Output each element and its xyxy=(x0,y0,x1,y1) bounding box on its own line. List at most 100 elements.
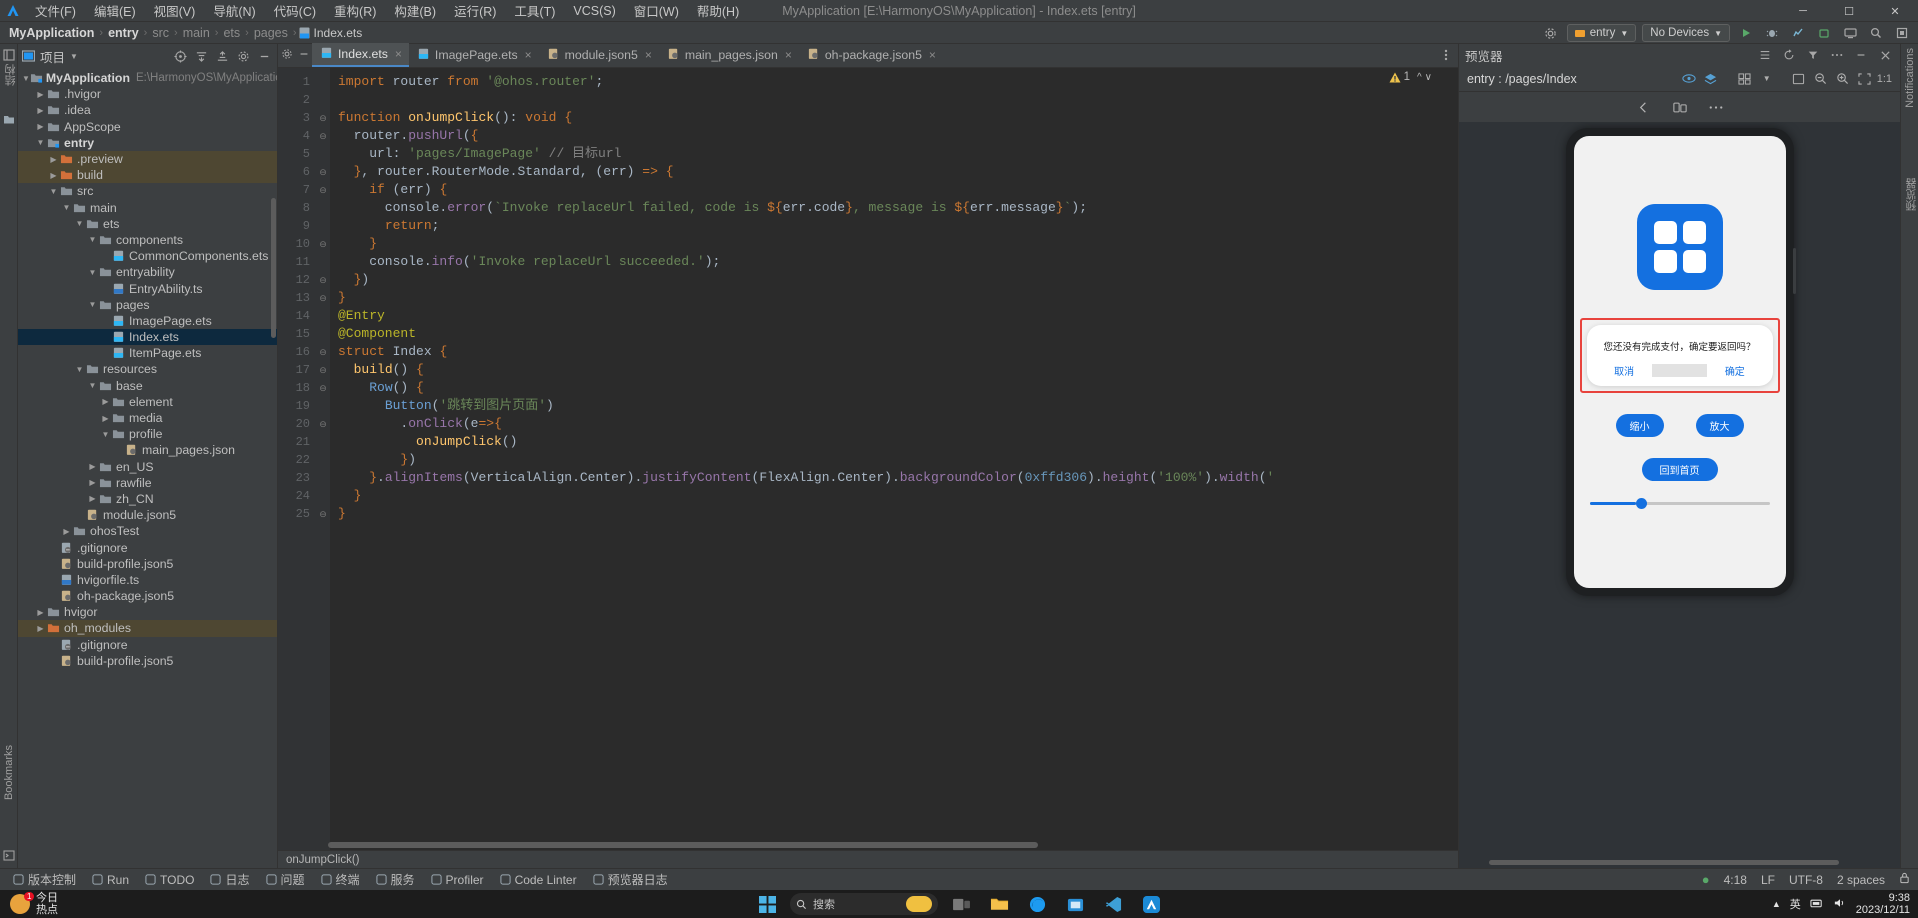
bookmarks-rail-label[interactable]: Bookmarks xyxy=(3,745,15,800)
volume-icon[interactable] xyxy=(1833,897,1847,912)
editor-settings-icon[interactable] xyxy=(281,48,293,63)
tree-item[interactable]: ▼MyApplicationE:\HarmonyOS\MyApplicatio xyxy=(18,70,277,86)
chevron-down-icon[interactable]: ▼ xyxy=(87,268,98,277)
more-icon[interactable] xyxy=(1707,98,1725,116)
fold-toggle-icon[interactable]: ⊖ xyxy=(316,109,330,127)
chevron-right-icon[interactable]: ▶ xyxy=(87,494,98,503)
tree-item[interactable]: ▶build xyxy=(18,167,277,183)
dialog-cancel-button[interactable]: 取消 xyxy=(1597,363,1652,378)
deveco-icon[interactable] xyxy=(1136,891,1166,917)
lock-icon[interactable] xyxy=(1899,872,1910,887)
chevron-right-icon[interactable]: ▶ xyxy=(48,171,59,180)
tree-item[interactable]: hvigorfile.ts xyxy=(18,572,277,588)
next-problem-icon[interactable]: ∨ xyxy=(1425,72,1432,83)
tree-item[interactable]: main_pages.json xyxy=(18,442,277,458)
previewer-filter-icon[interactable] xyxy=(1804,46,1822,64)
structure-rail-label[interactable]: 结构 xyxy=(3,64,19,86)
phone-screen[interactable]: 您还没有完成支付，确定要返回吗？ 取消 确定 缩小 放大 xyxy=(1574,136,1786,588)
search-icon[interactable] xyxy=(1866,23,1886,43)
dialog-confirm-button[interactable]: 确定 xyxy=(1707,363,1762,378)
chevron-right-icon[interactable]: ▶ xyxy=(87,462,98,471)
tree-item[interactable]: ▼ets xyxy=(18,216,277,232)
menu-build[interactable]: 构建(B) xyxy=(385,0,445,22)
chevron-right-icon[interactable]: ▶ xyxy=(35,90,46,99)
tree-item[interactable]: ▶.hvigor xyxy=(18,86,277,102)
chevron-right-icon[interactable]: ▶ xyxy=(100,414,111,423)
close-icon[interactable]: × xyxy=(525,48,532,62)
tree-scrollbar[interactable] xyxy=(271,198,276,338)
fold-toggle-icon[interactable]: ⊖ xyxy=(316,379,330,397)
tree-item[interactable]: ▼components xyxy=(18,232,277,248)
start-icon[interactable] xyxy=(752,891,782,917)
menu-tools[interactable]: 工具(T) xyxy=(505,0,564,22)
chevron-down-icon[interactable]: ▼ xyxy=(74,219,85,228)
vscode-icon[interactable] xyxy=(1098,891,1128,917)
tree-item[interactable]: ▼resources xyxy=(18,361,277,377)
maximize-button[interactable]: ☐ xyxy=(1826,0,1872,22)
tree-item[interactable]: ItemPage.ets xyxy=(18,345,277,361)
tree-item[interactable]: ▼src xyxy=(18,183,277,199)
tree-item[interactable]: ImagePage.ets xyxy=(18,313,277,329)
fold-toggle-icon[interactable]: ⊖ xyxy=(316,181,330,199)
prev-problem-icon[interactable]: ^ xyxy=(1417,72,1422,83)
chevron-down-icon[interactable]: ▼ xyxy=(87,235,98,244)
notifications-rail-label[interactable]: Notifications xyxy=(1904,48,1916,108)
editor-tab[interactable]: main_pages.json× xyxy=(659,43,799,67)
favorites-rail-icon[interactable] xyxy=(0,110,18,128)
breadcrumb-main[interactable]: main xyxy=(180,26,213,40)
file-explorer-icon[interactable] xyxy=(984,891,1014,917)
breadcrumb-ets[interactable]: ets xyxy=(220,26,243,40)
tree-item[interactable]: ▼main xyxy=(18,200,277,216)
breadcrumb-file[interactable]: Index.ets xyxy=(299,26,363,40)
news-weather-widget[interactable]: 1 今日 热点 xyxy=(0,892,68,916)
taskbar-clock[interactable]: 9:38 2023/12/11 xyxy=(1856,892,1910,916)
chevron-right-icon[interactable]: ▶ xyxy=(35,608,46,617)
tool-window-button[interactable]: TODO xyxy=(138,871,201,889)
device-manager-icon[interactable] xyxy=(1840,23,1860,43)
horizontal-scrollbar[interactable] xyxy=(328,842,1038,848)
hide-panel-icon[interactable] xyxy=(256,48,273,65)
tree-item[interactable]: .gitignore xyxy=(18,539,277,555)
multi-device-icon[interactable] xyxy=(1671,98,1689,116)
tool-window-button[interactable]: Code Linter xyxy=(493,871,584,889)
tree-item[interactable]: ▼profile xyxy=(18,426,277,442)
tree-item[interactable]: ▶rawfile xyxy=(18,475,277,491)
breadcrumb-entry[interactable]: entry xyxy=(105,26,142,40)
menu-vcs[interactable]: VCS(S) xyxy=(564,2,624,20)
chevron-up-icon[interactable]: ▲ xyxy=(1772,899,1781,909)
tree-item[interactable]: ▶media xyxy=(18,410,277,426)
zoom-slider[interactable] xyxy=(1590,502,1770,505)
tree-item[interactable]: ▼entry xyxy=(18,135,277,151)
chevron-down-icon[interactable]: ▼ xyxy=(70,52,78,61)
tree-item[interactable]: ▶oh_modules xyxy=(18,620,277,636)
previewer-refresh-icon[interactable] xyxy=(1780,46,1798,64)
menu-refactor[interactable]: 重构(R) xyxy=(325,0,385,22)
layers-icon[interactable] xyxy=(1701,69,1721,89)
taskbar-widget[interactable]: 1 今日 热点 xyxy=(0,890,68,918)
chevron-right-icon[interactable]: ▶ xyxy=(35,106,46,115)
fold-toggle-icon[interactable]: ⊖ xyxy=(316,361,330,379)
previewer-close-icon[interactable] xyxy=(1876,46,1894,64)
store-icon[interactable] xyxy=(1060,891,1090,917)
breadcrumb-src[interactable]: src xyxy=(149,26,172,40)
tree-item[interactable]: ▶AppScope xyxy=(18,119,277,135)
collapse-all-icon[interactable] xyxy=(214,48,231,65)
tree-item[interactable]: ▶.preview xyxy=(18,151,277,167)
fold-toggle-icon[interactable]: ⊖ xyxy=(316,235,330,253)
minimize-button[interactable]: ─ xyxy=(1780,0,1826,22)
slider-knob[interactable] xyxy=(1636,498,1647,509)
tree-item[interactable]: EntryAbility.ts xyxy=(18,280,277,296)
chevron-down-icon[interactable]: ▼ xyxy=(1757,69,1777,89)
indent-setting[interactable]: 2 spaces xyxy=(1837,873,1885,887)
project-rail-icon[interactable] xyxy=(0,46,18,64)
menu-edit[interactable]: 编辑(E) xyxy=(85,0,145,22)
editor-tab[interactable]: module.json5× xyxy=(539,43,659,67)
tab-more-icon[interactable] xyxy=(1440,48,1452,65)
chevron-down-icon[interactable]: ▼ xyxy=(87,381,98,390)
previewer-more-icon[interactable] xyxy=(1828,46,1846,64)
menu-code[interactable]: 代码(C) xyxy=(265,0,325,22)
terminal-rail-icon[interactable] xyxy=(0,846,18,864)
menu-navigate[interactable]: 导航(N) xyxy=(204,0,264,22)
menu-help[interactable]: 帮助(H) xyxy=(688,0,748,22)
run-configuration-selector[interactable]: entry ▼ xyxy=(1567,24,1637,42)
